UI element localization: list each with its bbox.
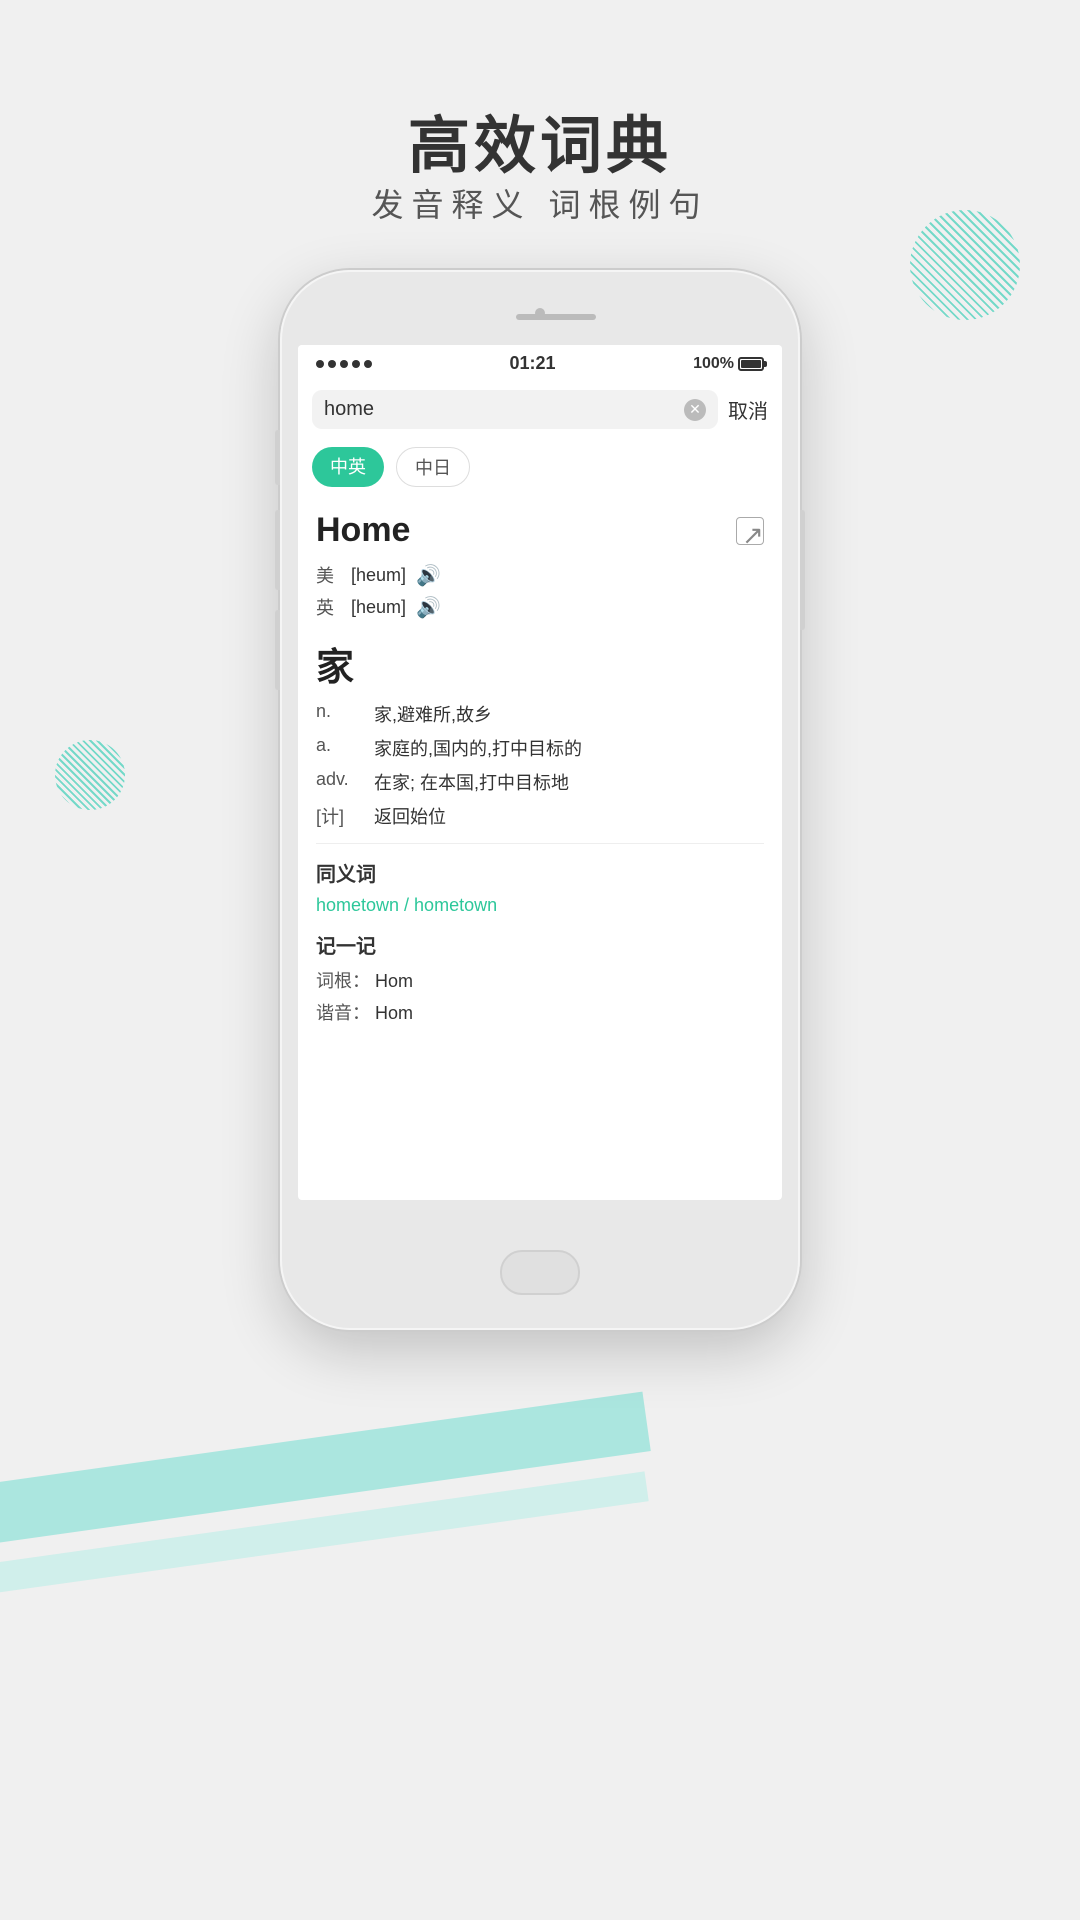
- def-text-noun: 家,避难所,故乡: [374, 701, 764, 727]
- definition-noun: n. 家,避难所,故乡: [316, 701, 764, 727]
- synonyms-title: 同义词: [316, 858, 764, 887]
- language-tabs: 中英 中日: [298, 437, 782, 497]
- tab-chinese-japanese[interactable]: 中日: [396, 447, 470, 487]
- word-header: Home ↗: [316, 511, 764, 550]
- home-button[interactable]: [500, 1250, 580, 1295]
- memory-title: 记一记: [316, 930, 764, 959]
- page-title: 高效词典: [0, 95, 1080, 185]
- chinese-meaning-head: 家: [316, 636, 764, 691]
- sound-value: Hom: [375, 1003, 413, 1023]
- search-bar: home ✕ 取消: [298, 382, 782, 437]
- search-input-wrap[interactable]: home ✕: [312, 390, 718, 429]
- pos-comp: [计]: [316, 803, 356, 829]
- pos-adv: adv.: [316, 769, 356, 795]
- section-divider: [316, 843, 764, 844]
- def-text-adv: 在家; 在本国,打中目标地: [374, 769, 764, 795]
- signal-dot-1: [316, 360, 324, 368]
- page-subtitle: 发音释义 词根例句: [0, 180, 1080, 226]
- def-text-adj: 家庭的,国内的,打中目标的: [374, 735, 764, 761]
- pron-label-us: 美: [316, 562, 341, 588]
- battery-icon: [738, 357, 764, 371]
- pron-text-uk: [heum]: [351, 597, 406, 618]
- status-time: 01:21: [510, 353, 556, 374]
- pronunciation-us: 美 [heum] 🔊: [316, 562, 764, 588]
- search-input[interactable]: home: [324, 398, 676, 421]
- sound-icon-uk[interactable]: 🔊: [416, 595, 441, 620]
- share-icon[interactable]: ↗: [736, 517, 764, 545]
- pronunciation-uk: 英 [heum] 🔊: [316, 594, 764, 620]
- def-text-comp: 返回始位: [374, 803, 764, 829]
- definition-comp: [计] 返回始位: [316, 803, 764, 829]
- signal-dot-4: [352, 360, 360, 368]
- status-bar: 01:21 100%: [298, 345, 782, 382]
- root-label: 词根：: [316, 971, 370, 991]
- signal-dot-3: [340, 360, 348, 368]
- pos-noun: n.: [316, 701, 356, 727]
- search-clear-button[interactable]: ✕: [684, 399, 706, 421]
- pos-adj: a.: [316, 735, 356, 761]
- definition-adv: adv. 在家; 在本国,打中目标地: [316, 769, 764, 795]
- root-value: Hom: [375, 971, 413, 991]
- status-battery: 100%: [693, 355, 764, 373]
- signal-indicator: [316, 360, 372, 368]
- synonym-links[interactable]: hometown / hometown: [316, 895, 764, 916]
- signal-dot-5: [364, 360, 372, 368]
- phone-screen: 01:21 100% home ✕ 取消 中英 中日 Hom: [298, 345, 782, 1200]
- phone-button-volume-up: [275, 510, 280, 590]
- signal-dot-2: [328, 360, 336, 368]
- pron-text-us: [heum]: [351, 565, 406, 586]
- phone-frame: 01:21 100% home ✕ 取消 中英 中日 Hom: [280, 270, 800, 1330]
- sound-icon-us[interactable]: 🔊: [416, 563, 441, 588]
- phone-button-mute: [275, 430, 280, 485]
- definition-adj: a. 家庭的,国内的,打中目标的: [316, 735, 764, 761]
- sound-label: 谐音：: [316, 1003, 370, 1023]
- decorative-circle-top: [910, 210, 1020, 320]
- pron-label-uk: 英: [316, 594, 341, 620]
- phone-speaker: [516, 314, 596, 320]
- phone-button-power: [800, 510, 805, 630]
- dictionary-content: Home ↗ 美 [heum] 🔊 英 [heum] 🔊 家 n. 家,避难所,…: [298, 497, 782, 1045]
- memory-sound: 谐音： Hom: [316, 999, 764, 1025]
- battery-fill: [741, 360, 761, 368]
- cancel-button[interactable]: 取消: [728, 395, 768, 424]
- word-title: Home: [316, 511, 410, 550]
- tab-chinese-english[interactable]: 中英: [312, 447, 384, 487]
- decorative-circle-left: [55, 740, 125, 810]
- phone-button-volume-down: [275, 610, 280, 690]
- battery-percent: 100%: [693, 355, 734, 373]
- memory-root: 词根： Hom: [316, 967, 764, 993]
